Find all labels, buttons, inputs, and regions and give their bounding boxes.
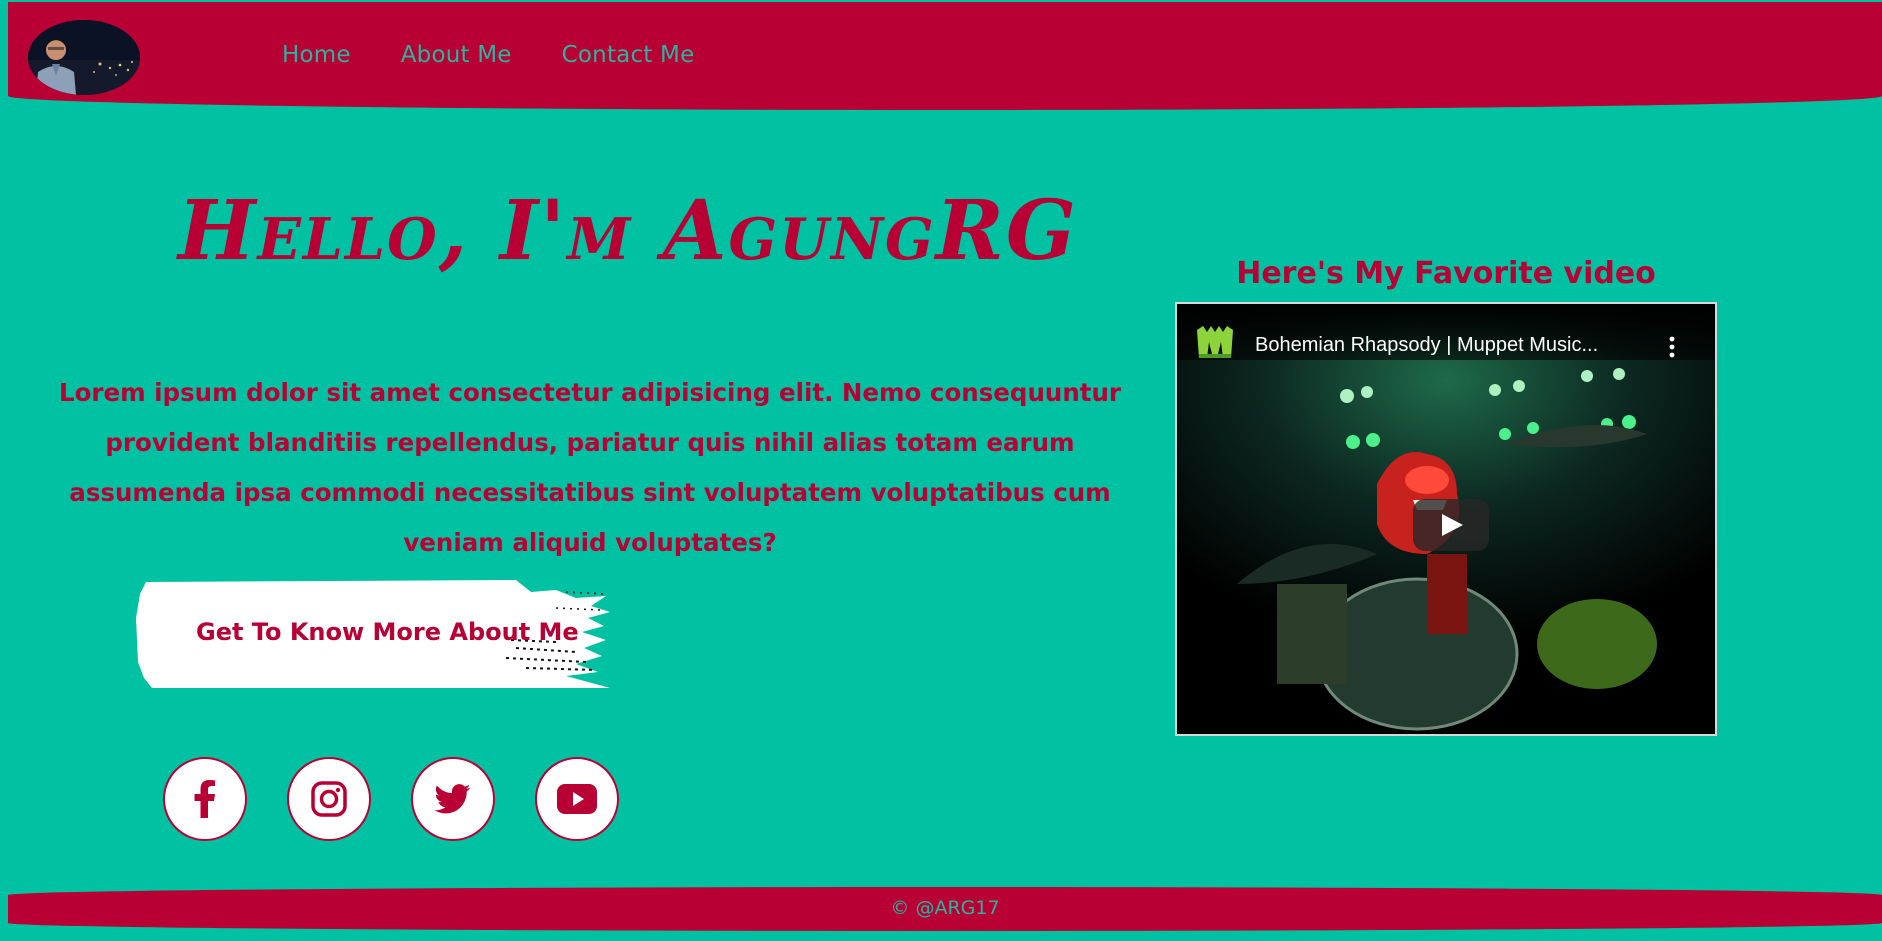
- facebook-link[interactable]: [163, 757, 247, 841]
- video-player[interactable]: Bohemian Rhapsody | Muppet Music...: [1175, 302, 1717, 736]
- avatar[interactable]: [28, 20, 140, 95]
- youtube-icon: [557, 784, 597, 814]
- video-heading: Here's My Favorite video: [1236, 256, 1656, 291]
- more-options-icon[interactable]: [1669, 336, 1675, 358]
- twitter-link[interactable]: [411, 757, 495, 841]
- site-footer: © @ARG17: [8, 887, 1882, 931]
- nav-about-me[interactable]: About Me: [401, 42, 512, 68]
- footer-copyright: © @ARG17: [890, 897, 1000, 919]
- youtube-link[interactable]: [535, 757, 619, 841]
- video-name[interactable]: Bohemian Rhapsody | Muppet Music...: [1255, 334, 1598, 357]
- facebook-icon: [194, 780, 215, 818]
- play-button[interactable]: [1413, 499, 1489, 551]
- social-links: [163, 757, 659, 841]
- muppets-channel-icon[interactable]: [1195, 324, 1235, 358]
- hero-paragraph: Lorem ipsum dolor sit amet consectetur a…: [58, 378, 1122, 557]
- hero-title: Hello, I'm AgungRG: [178, 183, 1078, 279]
- cta-button[interactable]: Get To Know More About Me: [136, 578, 610, 690]
- cta-label: Get To Know More About Me: [196, 618, 579, 646]
- nav-contact-me[interactable]: Contact Me: [562, 42, 695, 68]
- instagram-link[interactable]: [287, 757, 371, 841]
- main-nav: Home About Me Contact Me: [282, 42, 744, 68]
- play-icon: [1442, 514, 1463, 536]
- video-title-bar: Bohemian Rhapsody | Muppet Music...: [1177, 304, 1715, 360]
- nav-home[interactable]: Home: [282, 42, 351, 68]
- twitter-icon: [435, 784, 471, 814]
- site-header: Home About Me Contact Me: [8, 2, 1882, 110]
- page: Home About Me Contact Me Hello, I'm Agun…: [0, 0, 1882, 941]
- instagram-icon: [311, 781, 347, 817]
